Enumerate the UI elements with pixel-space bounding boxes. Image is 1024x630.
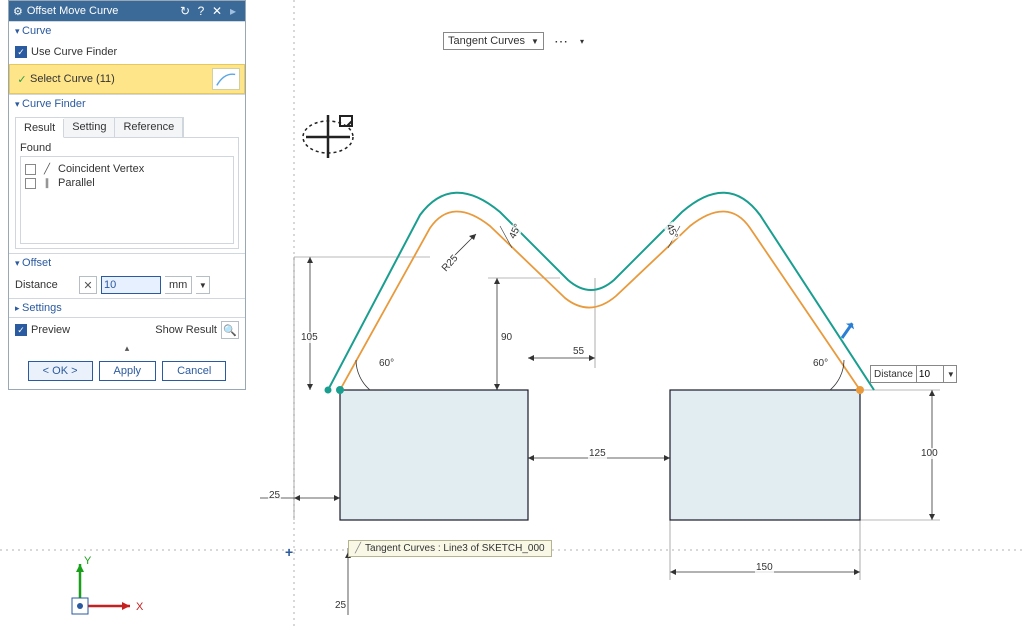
check-icon: ✓ xyxy=(14,71,30,87)
dim-150: 150 xyxy=(755,562,774,573)
tooltip-text: Tangent Curves : Line3 of SKETCH_000 xyxy=(365,543,545,554)
selection-tooltip: ╱ Tangent Curves : Line3 of SKETCH_000 xyxy=(348,540,552,557)
curve-rule-dropdown[interactable]: Tangent Curves ▼ xyxy=(443,32,544,50)
curve-finder-tabs: Result Setting Reference xyxy=(15,117,184,137)
apply-button[interactable]: Apply xyxy=(99,361,157,381)
section-curve[interactable]: Curve xyxy=(9,21,245,40)
found-checkbox[interactable] xyxy=(25,178,36,189)
help-icon[interactable]: ? xyxy=(193,4,209,18)
dialog-titlebar[interactable]: ⚙ Offset Move Curve ↻ ? ✕ ▸ xyxy=(9,1,245,21)
collapse-caret-icon[interactable]: ▴ xyxy=(9,342,245,355)
dim-25-bottom: 25 xyxy=(334,600,347,611)
curve-rule-value: Tangent Curves xyxy=(448,35,525,47)
select-curve-label: Select Curve (11) xyxy=(30,73,115,85)
found-item-parallel[interactable]: ∥ Parallel xyxy=(25,177,229,189)
preview-label: Preview xyxy=(31,324,70,336)
dim-angle-60-right: 60° xyxy=(812,358,829,369)
found-label: Found xyxy=(20,142,234,154)
curve-rule-more-caret[interactable]: ▾ xyxy=(580,37,584,46)
select-curve-row[interactable]: ✓ Select Curve (11) xyxy=(9,64,245,94)
dim-90: 90 xyxy=(500,332,513,343)
distance-unit: mm xyxy=(165,276,192,294)
tab-result[interactable]: Result xyxy=(16,119,64,138)
dim-25-left: 25 xyxy=(268,490,281,501)
curve-preview-thumb[interactable] xyxy=(212,68,240,90)
cancel-button[interactable]: Cancel xyxy=(162,361,226,381)
svg-text:X: X xyxy=(136,601,144,613)
reset-icon[interactable]: ↻ xyxy=(177,4,193,18)
dialog-title: Offset Move Curve xyxy=(27,5,119,17)
curve-rule-more-button[interactable]: ⋯ xyxy=(550,32,574,50)
distance-dropdown[interactable]: ▼ xyxy=(196,276,210,294)
distance-drag-label: Distance xyxy=(871,369,916,380)
distance-drag-widget[interactable]: Distance ▼ xyxy=(870,365,957,383)
dim-angle-60-left: 60° xyxy=(378,358,395,369)
section-curve-finder[interactable]: Curve Finder xyxy=(9,94,245,113)
dim-125: 125 xyxy=(588,448,607,459)
dim-100: 100 xyxy=(920,448,939,459)
use-curve-finder-checkbox[interactable]: ✓ xyxy=(15,46,27,58)
reverse-direction-button[interactable]: ✕ xyxy=(79,276,97,294)
ok-button[interactable]: < OK > xyxy=(28,361,93,381)
orientation-gizmo-icon[interactable] xyxy=(300,110,358,164)
coincident-vertex-icon: ╱ xyxy=(40,164,54,175)
svg-text:Y: Y xyxy=(84,556,92,567)
curve-icon: ╱ xyxy=(355,543,361,554)
distance-input[interactable] xyxy=(101,276,161,294)
found-checkbox[interactable] xyxy=(25,164,36,175)
close-icon[interactable]: ✕ xyxy=(209,4,225,18)
show-result-button[interactable]: 🔍 xyxy=(221,321,239,339)
section-settings[interactable]: Settings xyxy=(9,298,245,317)
curve-rule-toolbar: Tangent Curves ▼ ⋯ ▾ xyxy=(443,32,584,50)
dim-105: 105 xyxy=(300,332,319,343)
wcs-triad-icon: X Y xyxy=(60,556,160,626)
found-item-coincident[interactable]: ╱ Coincident Vertex xyxy=(25,163,229,175)
use-curve-finder-label: Use Curve Finder xyxy=(31,46,117,58)
tab-reference[interactable]: Reference xyxy=(115,118,183,137)
offset-move-curve-dialog: ⚙ Offset Move Curve ↻ ? ✕ ▸ Curve ✓ Use … xyxy=(8,0,246,390)
distance-drag-input[interactable] xyxy=(916,366,944,382)
parallel-icon: ∥ xyxy=(40,178,54,189)
gear-icon[interactable]: ⚙ xyxy=(13,5,23,18)
dim-55: 55 xyxy=(572,346,585,357)
show-result-label: Show Result xyxy=(155,324,217,336)
origin-marker-icon: + xyxy=(285,544,293,560)
pin-icon[interactable]: ▸ xyxy=(225,4,241,18)
chevron-down-icon: ▼ xyxy=(525,37,539,46)
section-offset[interactable]: Offset xyxy=(9,253,245,272)
chevron-down-icon[interactable]: ▼ xyxy=(944,370,956,379)
preview-checkbox[interactable]: ✓ xyxy=(15,324,27,336)
tab-setting[interactable]: Setting xyxy=(64,118,115,137)
distance-label: Distance xyxy=(15,279,75,291)
